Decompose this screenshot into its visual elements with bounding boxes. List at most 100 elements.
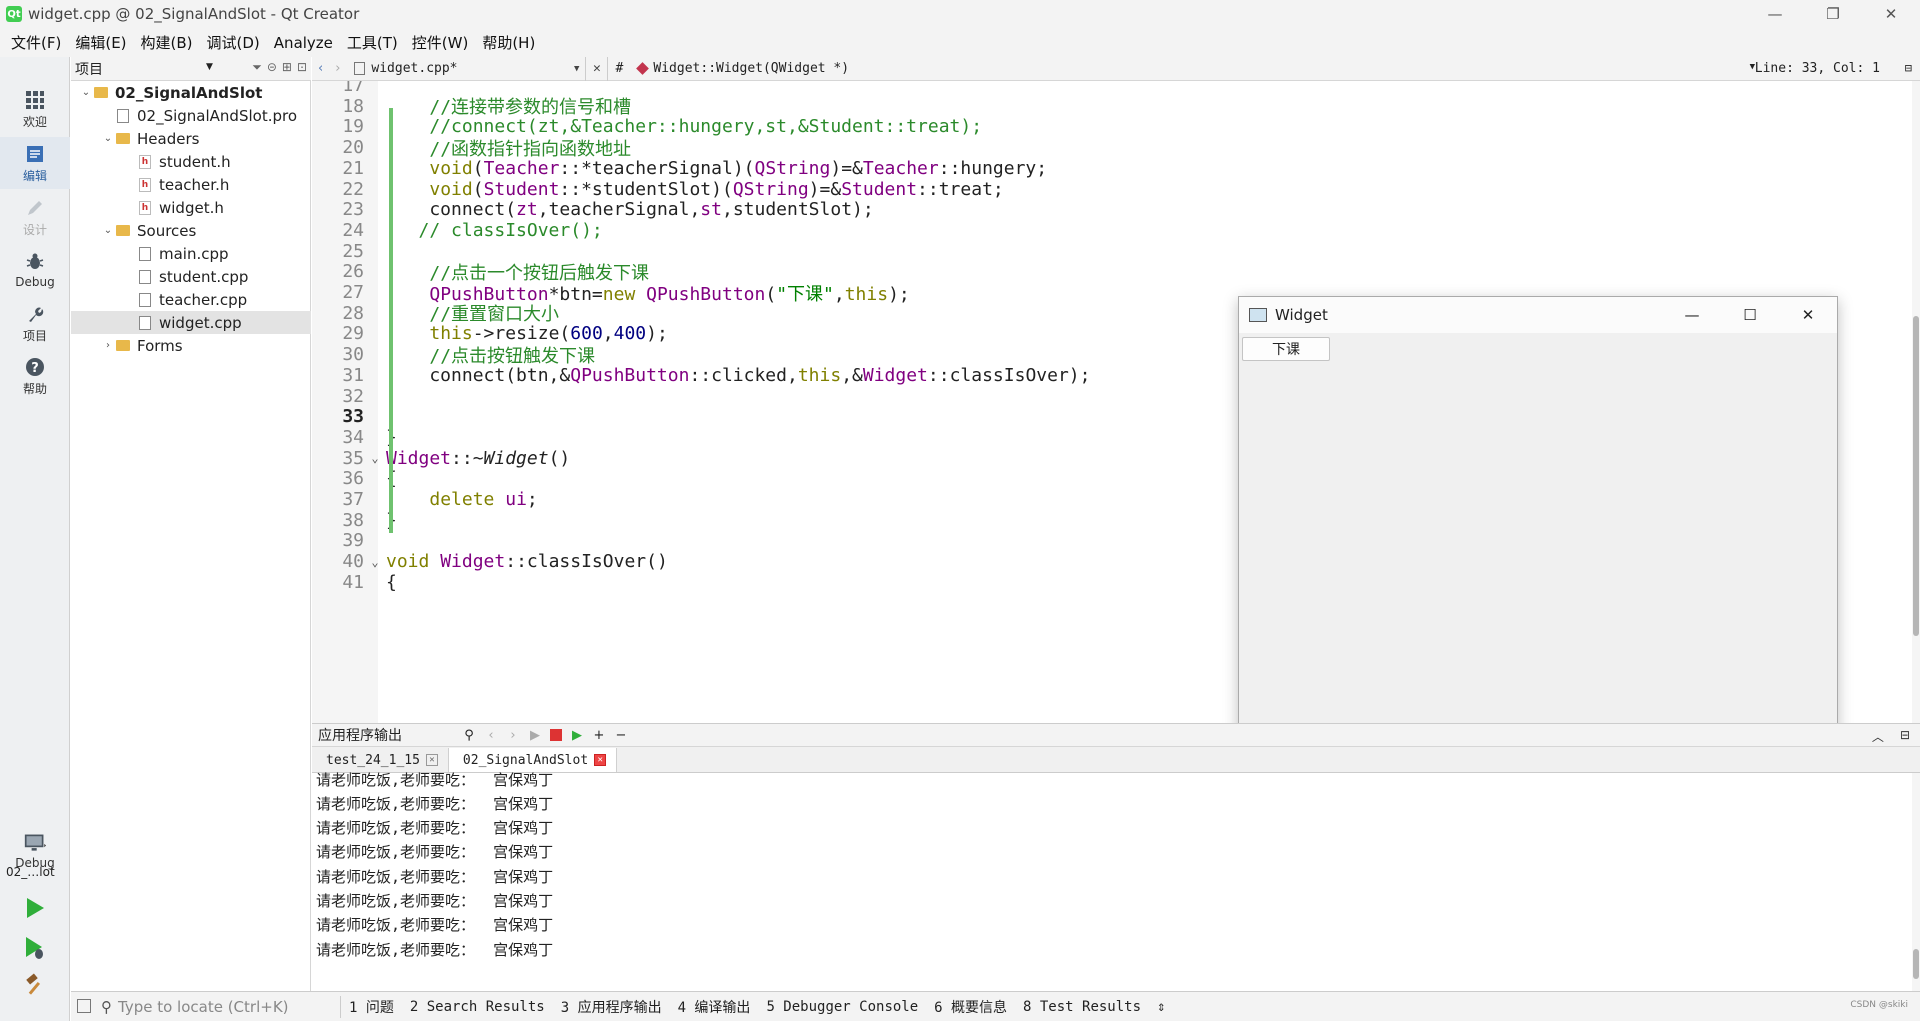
widget-maximize-button[interactable]: ☐ bbox=[1721, 297, 1779, 333]
zoom-in-icon[interactable]: + bbox=[592, 728, 606, 743]
tree-item[interactable]: h student.h bbox=[71, 150, 311, 173]
mode-debug[interactable]: Debug bbox=[0, 244, 70, 296]
attach-icon[interactable]: ⚲ bbox=[462, 728, 476, 743]
build-button[interactable] bbox=[20, 971, 50, 1001]
tree-item-label: student.h bbox=[159, 152, 231, 171]
close-tab-icon[interactable]: ✕ bbox=[594, 754, 607, 766]
status-bar: ⚲ Type to locate (Ctrl+K) 1 问题 2 Search … bbox=[71, 991, 1920, 1021]
tree-item[interactable]: h teacher.h bbox=[71, 173, 311, 196]
mode-help[interactable]: ? 帮助 bbox=[0, 350, 70, 402]
bug-icon bbox=[24, 251, 46, 273]
close-pane-icon[interactable]: ⊟ bbox=[1900, 728, 1910, 745]
window-app-icon bbox=[1249, 308, 1267, 322]
cursor-position[interactable]: Line: 33, Col: 1 bbox=[1755, 61, 1880, 76]
tree-item[interactable]: ⌄ Sources bbox=[71, 219, 311, 242]
close-tab-icon[interactable]: ✕ bbox=[425, 754, 438, 766]
mode-projects[interactable]: 项目 bbox=[0, 297, 70, 349]
rerun-icon[interactable]: ▶ bbox=[528, 728, 542, 743]
chevron-down-icon[interactable]: ▼ bbox=[206, 62, 213, 72]
tree-item[interactable]: › Forms bbox=[71, 334, 311, 357]
pencil-icon bbox=[24, 197, 46, 219]
pane-app-output[interactable]: 3 应用程序输出 bbox=[553, 997, 670, 1017]
prev-icon[interactable]: ‹ bbox=[484, 728, 498, 743]
mode-label: Debug bbox=[15, 275, 55, 289]
tree-item[interactable]: student.cpp bbox=[71, 265, 311, 288]
tree-item[interactable]: teacher.cpp bbox=[71, 288, 311, 311]
header-file-icon: h bbox=[137, 177, 153, 193]
menu-build[interactable]: 构建(B) bbox=[134, 32, 200, 53]
symbol-combo[interactable]: Widget::Widget(QWidget *) bbox=[630, 61, 849, 76]
stop-icon[interactable] bbox=[550, 729, 562, 741]
locator-input[interactable]: ⚲ Type to locate (Ctrl+K) bbox=[101, 995, 341, 1018]
menu-edit[interactable]: 编辑(E) bbox=[68, 32, 133, 53]
pane-compile-output[interactable]: 4 编译输出 bbox=[670, 997, 759, 1017]
open-documents-combo[interactable]: widget.cpp* ▼ bbox=[346, 56, 587, 81]
pane-search-results[interactable]: 2 Search Results bbox=[402, 999, 553, 1015]
fold-marker[interactable]: ⌄ bbox=[364, 451, 386, 465]
mode-welcome[interactable]: 欢迎 bbox=[0, 83, 70, 135]
toggle-sidebar-icon[interactable] bbox=[77, 999, 91, 1013]
run-button[interactable] bbox=[20, 895, 50, 925]
chevron-down-icon: ▼ bbox=[573, 63, 580, 74]
menu-tools[interactable]: 工具(T) bbox=[340, 32, 405, 53]
kit-selector[interactable]: Debug bbox=[0, 825, 70, 877]
zoom-out-icon[interactable]: − bbox=[614, 728, 628, 743]
tree-item-label: main.cpp bbox=[159, 244, 229, 263]
back-icon[interactable]: ‹ bbox=[312, 61, 329, 76]
tree-item-label: Forms bbox=[137, 336, 183, 355]
fold-marker[interactable]: ⌄ bbox=[364, 555, 386, 569]
menu-analyze[interactable]: Analyze bbox=[267, 34, 340, 52]
folder-icon bbox=[115, 223, 131, 239]
menu-controls[interactable]: 控件(W) bbox=[405, 32, 476, 53]
expand-arrow-icon[interactable]: ⌄ bbox=[79, 87, 93, 98]
pane-general-messages[interactable]: 6 概要信息 bbox=[926, 997, 1015, 1017]
menu-help[interactable]: 帮助(H) bbox=[475, 32, 542, 53]
next-icon[interactable]: › bbox=[506, 728, 520, 743]
scrollbar-thumb[interactable] bbox=[1913, 949, 1919, 979]
close-document-icon[interactable]: ✕ bbox=[586, 56, 609, 81]
forward-icon[interactable]: › bbox=[329, 61, 346, 76]
expand-arrow-icon[interactable]: ⌄ bbox=[101, 225, 115, 236]
pane-issues[interactable]: 1 问题 bbox=[341, 997, 402, 1017]
mode-edit[interactable]: 编辑 bbox=[0, 137, 70, 189]
tree-item[interactable]: h widget.h bbox=[71, 196, 311, 219]
expand-arrow-icon[interactable]: ⌄ bbox=[101, 133, 115, 144]
widget-minimize-button[interactable]: — bbox=[1663, 297, 1721, 333]
filter-icon[interactable]: ⏷ bbox=[252, 60, 262, 75]
tree-item[interactable]: widget.cpp bbox=[71, 311, 311, 334]
scrollbar-thumb[interactable] bbox=[1913, 316, 1919, 636]
close-button[interactable]: ✕ bbox=[1862, 0, 1920, 28]
editor-scrollbar[interactable] bbox=[1912, 81, 1920, 723]
pane-test-results[interactable]: 8 Test Results bbox=[1015, 999, 1149, 1015]
tree-item[interactable]: ⌄ 02_SignalAndSlot bbox=[71, 81, 311, 104]
restore-button[interactable]: ❐ bbox=[1804, 0, 1862, 28]
close-pane-icon[interactable]: ⊡ bbox=[297, 60, 307, 75]
output-scrollbar[interactable] bbox=[1912, 773, 1920, 991]
output-tabs: test_24_1_15 ✕ 02_SignalAndSlot ✕ bbox=[312, 747, 1920, 773]
split-editor-icon[interactable]: ⊟ bbox=[1905, 61, 1912, 75]
split-icon[interactable]: ⊞ bbox=[282, 60, 292, 75]
symbols-hash[interactable]: # bbox=[608, 61, 630, 76]
more-panes-icon[interactable]: ⇕ bbox=[1149, 999, 1173, 1015]
menu-debug[interactable]: 调试(D) bbox=[200, 32, 267, 53]
class-over-button[interactable]: 下课 bbox=[1242, 337, 1330, 361]
mode-design[interactable]: 设计 bbox=[0, 191, 70, 243]
debug-run-button[interactable] bbox=[20, 935, 50, 965]
tree-item[interactable]: ⌄ Headers bbox=[71, 127, 311, 150]
minimize-button[interactable]: — bbox=[1746, 0, 1804, 28]
application-output[interactable]: 请老师吃饭,老师要吃： 宫保鸡丁 请老师吃饭,老师要吃： 宫保鸡丁 请老师吃饭,老师… bbox=[312, 771, 1920, 991]
tree-item-label: Sources bbox=[137, 221, 197, 240]
tree-item-label: 02_SignalAndSlot.pro bbox=[137, 106, 298, 125]
pane-debugger-console[interactable]: 5 Debugger Console bbox=[758, 999, 926, 1015]
expand-arrow-icon[interactable]: › bbox=[101, 340, 115, 351]
project-tree: ⌄ 02_SignalAndSlot 02_SignalAndSlot.pro ⌄ He… bbox=[71, 81, 311, 991]
current-file-name: widget.cpp* bbox=[371, 61, 458, 76]
link-icon[interactable]: ⊝ bbox=[267, 60, 277, 75]
maximize-pane-icon[interactable]: ︿ bbox=[1872, 728, 1884, 745]
tree-item[interactable]: main.cpp bbox=[71, 242, 311, 265]
tree-item-label: teacher.cpp bbox=[159, 290, 248, 309]
debug-run-icon[interactable]: ▶ bbox=[570, 728, 584, 743]
widget-close-button[interactable]: ✕ bbox=[1779, 297, 1837, 333]
tree-item[interactable]: 02_SignalAndSlot.pro bbox=[71, 104, 311, 127]
menu-file[interactable]: 文件(F) bbox=[4, 32, 68, 53]
